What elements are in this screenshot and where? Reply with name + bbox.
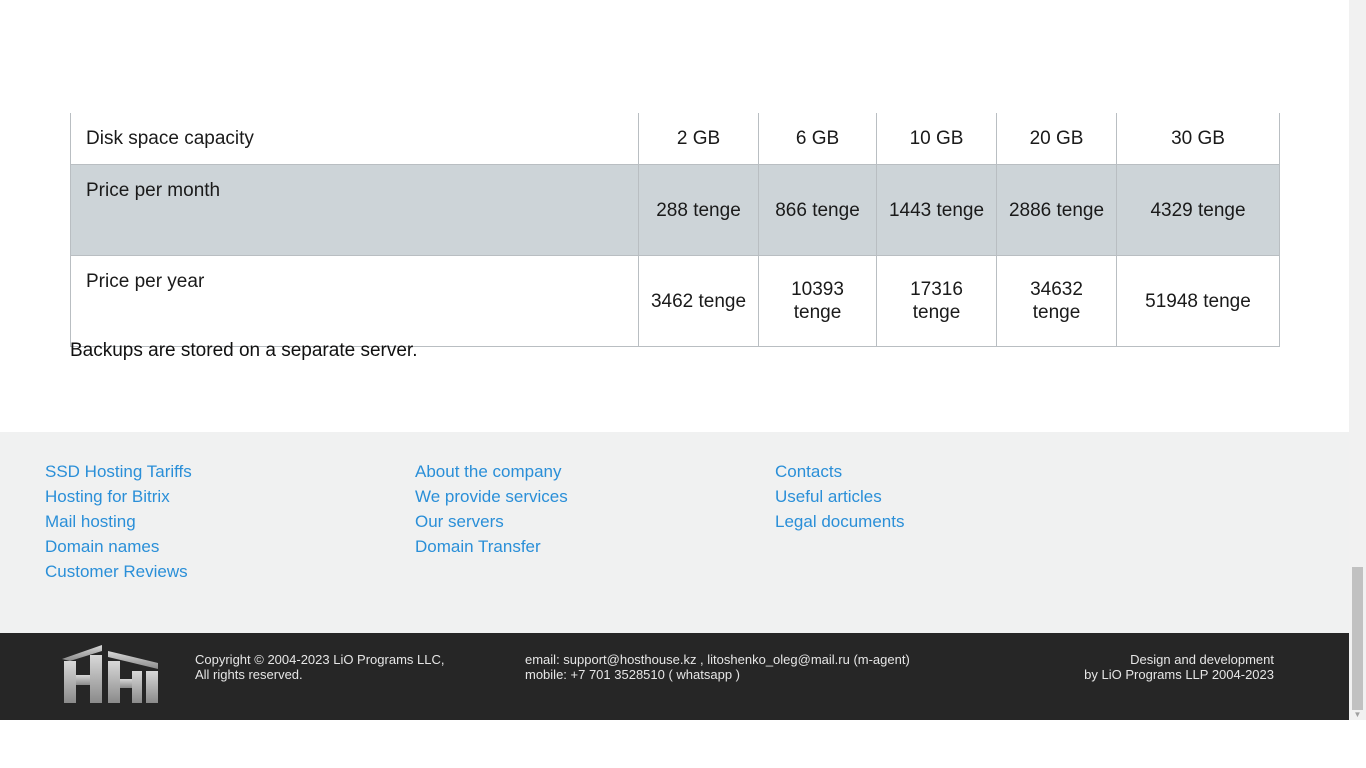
footer-link[interactable]: SSD Hosting Tariffs: [45, 459, 192, 484]
table-cell: 17316 tenge: [876, 255, 997, 347]
scroll-down-arrow-icon[interactable]: ▼: [1353, 710, 1362, 720]
footer-link[interactable]: Useful articles: [775, 484, 904, 509]
footer-link[interactable]: Hosting for Bitrix: [45, 484, 192, 509]
dev-line: Design and development: [1130, 652, 1274, 667]
copyright: Copyright © 2004-2023 LiO Programs LLC, …: [195, 652, 444, 682]
footer-link[interactable]: Mail hosting: [45, 509, 192, 534]
table-cell: 288 tenge: [638, 164, 759, 256]
footer-link[interactable]: Customer Reviews: [45, 559, 192, 584]
footer-link[interactable]: Legal documents: [775, 509, 904, 534]
table-cell: 4329 tenge: [1116, 164, 1280, 256]
scrollbar-thumb[interactable]: [1352, 567, 1363, 710]
table-cell: 2886 tenge: [996, 164, 1117, 256]
hosthouse-logo-icon[interactable]: [62, 645, 160, 705]
table-cell: 34632 tenge: [996, 255, 1117, 347]
copyright-line: Copyright © 2004-2023 LiO Programs LLC,: [195, 652, 445, 667]
table-cell: 6 GB: [758, 113, 877, 165]
table-cell: 2 GB: [638, 113, 759, 165]
table-cell: 1443 tenge: [876, 164, 997, 256]
page: Disk space capacity 2 GB 6 GB 10 GB 20 G…: [0, 0, 1366, 768]
main-content: Disk space capacity 2 GB 6 GB 10 GB 20 G…: [0, 0, 1349, 432]
dev-line: by LiO Programs LLP 2004-2023: [1084, 667, 1274, 682]
table-cell: 866 tenge: [758, 164, 877, 256]
row-label: Disk space capacity: [70, 113, 639, 165]
footer-link[interactable]: Domain Transfer: [415, 534, 568, 559]
table-cell: 20 GB: [996, 113, 1117, 165]
table-cell: 10 GB: [876, 113, 997, 165]
mobile-line: mobile: +7 701 3528510 ( whatsapp ): [525, 667, 741, 682]
footer-column-3: Contacts Useful articles Legal documents: [775, 459, 904, 534]
footer-link[interactable]: Domain names: [45, 534, 192, 559]
table-cell: 51948 tenge: [1116, 255, 1280, 347]
backup-note: Backups are stored on a separate server.: [70, 340, 418, 361]
table-cell: 3462 tenge: [638, 255, 759, 347]
row-label: Price per month: [70, 164, 639, 256]
table-cell: 30 GB: [1116, 113, 1280, 165]
bottom-bar: Copyright © 2004-2023 LiO Programs LLC, …: [0, 633, 1349, 720]
table-row-price-month: Price per month 288 tenge 866 tenge 1443…: [70, 164, 1280, 256]
developer-credit: Design and development by LiO Programs L…: [1084, 652, 1274, 682]
contact-info: email: support@hosthouse.kz , litoshenko…: [525, 652, 910, 682]
pricing-table: Disk space capacity 2 GB 6 GB 10 GB 20 G…: [70, 113, 1280, 347]
footer-link[interactable]: About the company: [415, 459, 568, 484]
footer-link[interactable]: We provide services: [415, 484, 568, 509]
footer-link[interactable]: Our servers: [415, 509, 568, 534]
email-line: email: support@hosthouse.kz , litoshenko…: [525, 652, 910, 667]
copyright-line: All rights reserved.: [195, 667, 303, 682]
vertical-scrollbar[interactable]: ▼: [1349, 0, 1366, 720]
table-row-price-year: Price per year 3462 tenge 10393 tenge 17…: [70, 255, 1280, 347]
footer-column-2: About the company We provide services Ou…: [415, 459, 568, 559]
footer-links: SSD Hosting Tariffs Hosting for Bitrix M…: [0, 432, 1349, 633]
table-row-disk-space: Disk space capacity 2 GB 6 GB 10 GB 20 G…: [70, 113, 1280, 165]
table-cell: 10393 tenge: [758, 255, 877, 347]
footer-column-1: SSD Hosting Tariffs Hosting for Bitrix M…: [45, 459, 192, 584]
row-label: Price per year: [70, 255, 639, 347]
footer-link[interactable]: Contacts: [775, 459, 904, 484]
